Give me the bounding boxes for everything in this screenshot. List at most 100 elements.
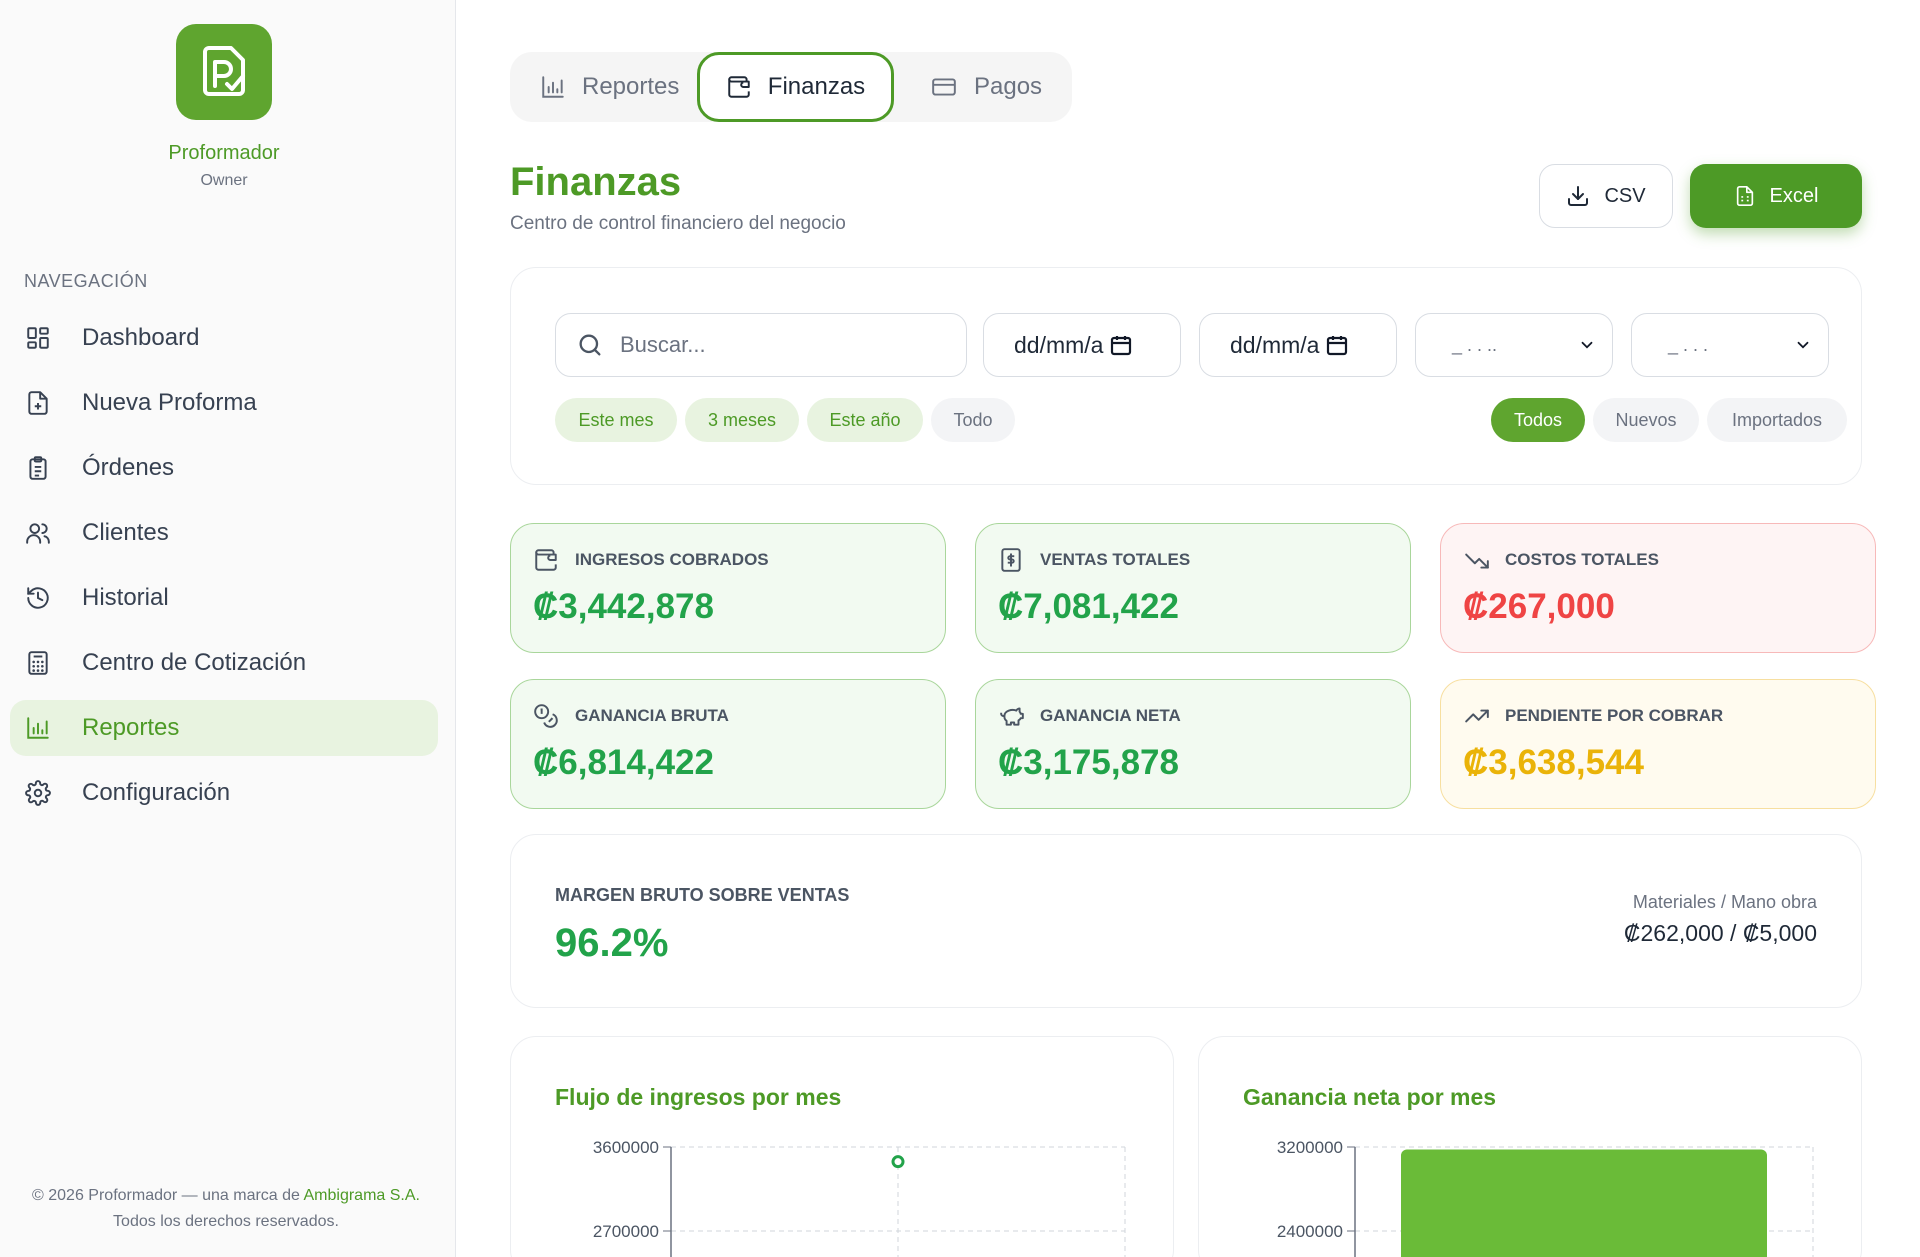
credit-card-icon [930,74,958,100]
kpi-label: GANANCIA NETA [1040,706,1181,725]
wallet-icon [533,547,561,573]
chevron-down-icon [1797,341,1809,349]
search-input[interactable]: Buscar... [555,313,967,377]
chip-importados[interactable]: Importados [1707,398,1847,442]
sidebar-item-clientes[interactable]: Clientes [10,505,438,561]
sidebar-item-dashboard[interactable]: Dashboard [10,310,438,366]
sidebar-item-configuracion[interactable]: Configuración [10,765,438,821]
kpi-label: COSTOS TOTALES [1505,550,1659,569]
export-csv-button[interactable]: CSV [1539,164,1673,228]
chip-nuevos[interactable]: Nuevos [1593,398,1699,442]
tab-finanzas[interactable]: Finanzas [697,52,894,122]
data-point [891,1155,905,1169]
piggy-bank-icon [998,703,1026,729]
sidebar-item-label: Órdenes [82,454,175,481]
y-tick-label: 2400000 [1277,1222,1343,1241]
select-2-value: _ . . . [1668,334,1709,355]
wallet-icon [726,74,752,100]
date-to-field[interactable]: dd/mm/a [1199,313,1397,377]
margin-card: MARGEN BRUTO SOBRE VENTAS 96.2% Material… [510,834,1862,1008]
chip-3-meses[interactable]: 3 meses [685,398,799,442]
calculator-icon [24,649,52,677]
proforma-logo-icon [203,46,245,96]
tab-label: Reportes [582,73,680,100]
sidebar-item-label: Dashboard [82,324,200,351]
download-icon [1568,186,1589,206]
chip-este-ano[interactable]: Este año [807,398,923,442]
sidebar-item-reportes[interactable]: Reportes [10,700,438,756]
sidebar-item-label: Configuración [82,779,231,806]
brand-name: Proformador [168,142,280,164]
tab-reportes[interactable]: Reportes [540,52,679,122]
search-icon [579,334,601,356]
date-to-value: dd/mm/a [1230,331,1320,358]
gear-icon [24,779,52,807]
filter-panel: Buscar... dd/mm/a dd/mm/a _ . . .. _ . .… [510,267,1862,485]
export-excel-button[interactable]: Excel [1690,164,1862,228]
sidebar-item-label: Clientes [82,519,169,546]
sidebar-item-centro-cotizacion[interactable]: Centro de Cotización [10,635,438,691]
chip-todo[interactable]: Todo [931,398,1015,442]
search-placeholder: Buscar... [620,332,706,357]
kpi-pendiente-por-cobrar: PENDIENTE POR COBRAR ₡3,638,544 [1440,679,1876,809]
users-icon [24,519,52,547]
app-logo[interactable] [176,24,272,120]
chart-card-ganancia: Ganancia neta por mes 3200000 2400000 [1198,1036,1862,1257]
kpi-value: ₡6,814,422 [533,743,714,782]
file-plus-icon [24,389,52,417]
filter-select-2[interactable]: _ . . . [1631,313,1829,377]
ganancia-bar-chart: 3200000 2400000 [1277,1138,1814,1257]
history-icon [24,584,52,612]
csv-label: CSV [1604,184,1646,207]
sidebar-item-label: Nueva Proforma [82,389,257,416]
calendar-icon[interactable] [1325,333,1349,357]
calendar-icon[interactable] [1109,333,1133,357]
kpi-value: ₡3,638,544 [1463,743,1644,782]
kpi-value: ₡267,000 [1463,587,1615,626]
sidebar-footer: © 2026 Proformador — una marca de Ambigr… [30,1183,422,1235]
app-root: Proformador Owner NAVEGACIÓN Dashboard N… [0,0,1920,1257]
sidebar-nav: Dashboard Nueva Proforma Órdenes Cliente… [10,310,438,830]
excel-label: Excel [1769,184,1819,207]
footer-company-link[interactable]: Ambigrama S.A. [304,1187,420,1204]
dollar-receipt-icon [998,547,1026,573]
chip-todos[interactable]: Todos [1491,398,1585,442]
date-from-value: dd/mm/a [1014,331,1104,358]
sidebar-item-historial[interactable]: Historial [10,570,438,626]
clipboard-icon [24,454,52,482]
filter-select-1[interactable]: _ . . .. [1415,313,1613,377]
kpi-value: ₡7,081,422 [998,587,1179,626]
sidebar-item-nueva-proforma[interactable]: Nueva Proforma [10,375,438,431]
date-from-field[interactable]: dd/mm/a [983,313,1181,377]
dashboard-icon [24,324,52,352]
materials-labor-value: ₡262,000 / ₡5,000 [1623,920,1817,946]
chart-card-ingresos: Flujo de ingresos por mes 3600000 2700000 [510,1036,1174,1257]
sidebar-item-ordenes[interactable]: Órdenes [10,440,438,496]
user-role: Owner [200,172,248,189]
ingresos-line-chart: 3600000 2700000 [593,1138,1126,1257]
kpi-ganancia-neta: GANANCIA NETA ₡3,175,878 [975,679,1411,809]
kpi-ingresos-cobrados: INGRESOS COBRADOS ₡3,442,878 [510,523,946,653]
footer-prefix: © 2026 Proformador — una marca de [32,1187,300,1204]
sidebar-item-label: Centro de Cotización [82,649,307,676]
bar [1401,1149,1767,1257]
kpi-ganancia-bruta: GANANCIA BRUTA ₡6,814,422 [510,679,946,809]
tab-label: Pagos [974,73,1043,100]
y-tick-label: 2700000 [593,1222,659,1241]
sidebar: Proformador Owner NAVEGACIÓN Dashboard N… [0,0,456,1257]
trending-down-icon [1463,547,1491,573]
margin-value: 96.2% [555,921,669,965]
kpi-label: GANANCIA BRUTA [575,706,729,725]
main-content: Reportes Finanzas Pagos Finanzas Centro … [457,0,1920,1257]
sidebar-item-label: Historial [82,584,169,611]
chip-este-mes[interactable]: Este mes [555,398,677,442]
kpi-label: PENDIENTE POR COBRAR [1505,706,1724,725]
select-1-value: _ . . .. [1452,334,1498,355]
margin-label: MARGEN BRUTO SOBRE VENTAS [555,885,850,905]
coins-icon [533,703,561,729]
report-tabs: Reportes Finanzas Pagos [510,52,1072,122]
sidebar-item-label: Reportes [82,714,180,741]
materials-labor-label: Materiales / Mano obra [1632,892,1817,912]
tab-pagos[interactable]: Pagos [930,52,1042,122]
trending-up-icon [1463,703,1491,729]
